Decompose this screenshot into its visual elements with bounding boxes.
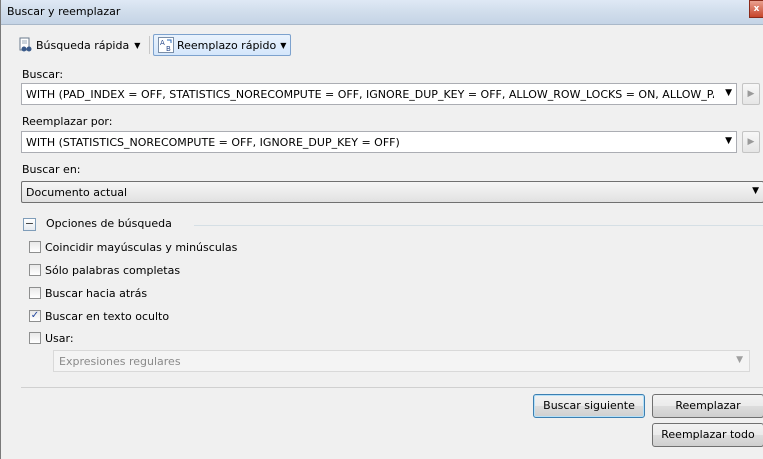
checkbox-box[interactable] [29,332,41,344]
replace-value: WITH (STATISTICS_NORECOMPUTE = OFF, IGNO… [26,136,400,149]
find-value: WITH (PAD_INDEX = OFF, STATISTICS_NORECO… [26,88,714,101]
chevron-down-icon[interactable]: ▼ [280,41,286,50]
title-bar[interactable]: Buscar y reemplazar x [1,0,763,25]
window-title: Buscar y reemplazar [7,5,121,18]
chevron-down-icon[interactable]: ▼ [736,355,743,365]
checkbox-label: Usar: [45,331,74,345]
toolbar: Búsqueda rápida ▼ A B Reemplazo rápido ▼ [13,32,753,58]
whole-word-checkbox[interactable]: Sólo palabras completas [29,262,180,278]
group-divider [194,225,763,226]
bottom-separator [21,387,763,388]
svg-text:B: B [166,45,171,53]
replace-input[interactable]: WITH (STATISTICS_NORECOMPUTE = OFF, IGNO… [21,131,737,153]
chevron-down-icon[interactable]: ▼ [134,41,140,50]
chevron-down-icon[interactable]: ▼ [752,186,759,196]
look-in-select[interactable]: Documento actual ▼ [21,181,763,203]
checkbox-box[interactable]: ✓ [29,310,41,322]
replace-ab-icon: A B [158,37,174,53]
quick-find-label: Búsqueda rápida [36,38,130,52]
replace-all-button[interactable]: Reemplazar todo [652,423,763,447]
checkbox-box[interactable] [29,241,41,253]
match-case-checkbox[interactable]: Coincidir mayúsculas y minúsculas [29,239,237,255]
checkbox-label: Buscar en texto oculto [45,309,170,323]
chevron-right-icon: ▶ [747,137,755,147]
find-label: Buscar: [22,68,64,81]
quick-find-button[interactable]: Búsqueda rápida ▼ [13,34,144,56]
find-next-button[interactable]: Buscar siguiente [533,394,645,418]
search-hidden-text-checkbox[interactable]: ✓ Buscar en texto oculto [29,308,169,324]
look-in-label: Buscar en: [22,163,81,176]
checkbox-label: Buscar hacia atrás [45,286,148,300]
close-icon[interactable]: x [749,0,763,18]
quick-replace-button[interactable]: A B Reemplazo rápido ▼ [153,34,292,56]
look-in-value: Documento actual [26,186,128,199]
use-type-value: Expresiones regulares [59,355,181,368]
use-type-select[interactable]: Expresiones regulares ▼ [53,350,750,372]
minus-icon[interactable]: − [23,218,36,231]
checkbox-box[interactable] [29,287,41,299]
checkmark-icon: ✓ [30,310,40,321]
checkbox-box[interactable] [29,264,41,276]
find-expression-builder-button[interactable]: ▶ [742,83,760,105]
toolbar-separator [149,36,150,54]
replace-expression-builder-button[interactable]: ▶ [742,131,760,153]
checkbox-label: Coincidir mayúsculas y minúsculas [45,240,238,254]
search-up-checkbox[interactable]: Buscar hacia atrás [29,285,147,301]
svg-text:A: A [160,39,165,47]
chevron-down-icon[interactable]: ▼ [725,88,732,98]
replace-button[interactable]: Reemplazar [652,394,763,418]
quick-replace-label: Reemplazo rápido [177,38,277,52]
binoculars-document-icon [17,37,33,53]
find-input[interactable]: WITH (PAD_INDEX = OFF, STATISTICS_NORECO… [21,83,737,105]
use-checkbox[interactable]: Usar: [29,330,74,346]
find-replace-dialog: Buscar y reemplazar x Búsqueda rápida ▼ [0,0,763,459]
chevron-down-icon[interactable]: ▼ [725,136,732,146]
chevron-right-icon: ▶ [747,89,755,99]
search-options-title: Opciones de búsqueda [46,217,172,230]
replace-label: Reemplazar por: [22,115,113,128]
checkbox-label: Sólo palabras completas [45,263,181,277]
